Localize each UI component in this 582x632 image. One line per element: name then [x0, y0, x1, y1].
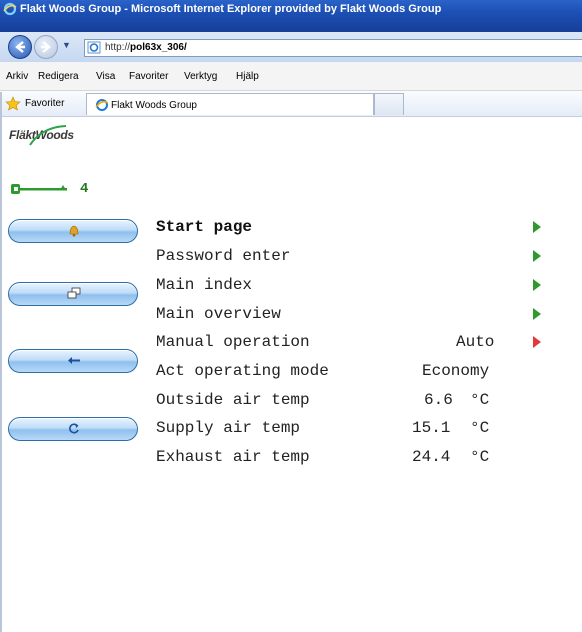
navigation-bar: ▼ http://pol63x_306/	[0, 32, 582, 62]
logo-swoosh-icon	[29, 125, 67, 146]
row-label[interactable]: Start page	[156, 218, 252, 236]
menu-arkiv[interactable]: Arkiv	[6, 71, 28, 82]
key-icon	[11, 184, 67, 194]
refresh-button[interactable]	[8, 417, 138, 441]
row-label[interactable]: Password enter	[156, 247, 290, 265]
go-arrow-icon[interactable]	[533, 279, 541, 291]
menu-redigera[interactable]: Redigera	[38, 71, 79, 82]
alarm-bell-icon	[69, 225, 79, 237]
window-title: Flakt Woods Group - Microsoft Internet E…	[20, 3, 442, 15]
favorites-label[interactable]: Favoriter	[25, 98, 64, 109]
window-button[interactable]	[8, 282, 138, 306]
page-content: FläktWoods 4 Start page Password enter M…	[0, 117, 582, 632]
row-value: 6.6	[424, 391, 453, 409]
alarm-button[interactable]	[8, 219, 138, 243]
ie-logo-icon	[3, 2, 17, 16]
favorites-star-icon[interactable]	[5, 96, 21, 111]
back-arrow-icon	[68, 357, 80, 364]
menu-bar: Arkiv Redigera Visa Favoriter Verktyg Hj…	[0, 62, 582, 91]
window-titlebar: Flakt Woods Group - Microsoft Internet E…	[0, 0, 582, 32]
row-value: Auto	[456, 333, 495, 351]
new-tab-button[interactable]	[374, 93, 404, 115]
forward-arrow-icon	[41, 41, 51, 53]
row-label[interactable]: Manual operation	[156, 333, 310, 351]
window-left-border	[0, 92, 2, 632]
row-label: Act operating mode	[156, 362, 329, 380]
row-label[interactable]: Main overview	[156, 305, 281, 323]
go-arrow-icon[interactable]	[533, 336, 541, 348]
go-arrow-icon[interactable]	[533, 250, 541, 262]
row-label[interactable]: Main index	[156, 276, 252, 294]
ie-tab-icon	[95, 99, 109, 111]
back-button[interactable]	[8, 35, 32, 59]
forward-button[interactable]	[34, 35, 58, 59]
back-arrow-icon	[15, 41, 25, 53]
menu-hjalp[interactable]: Hjälp	[236, 71, 259, 82]
row-label: Exhaust air temp	[156, 448, 310, 466]
go-arrow-icon[interactable]	[533, 308, 541, 320]
go-arrow-icon[interactable]	[533, 221, 541, 233]
row-unit: °C	[470, 419, 490, 437]
row-unit: °C	[470, 391, 490, 409]
row-unit: °C	[470, 448, 490, 466]
refresh-icon	[69, 423, 79, 434]
access-level: 4	[80, 181, 89, 197]
windows-icon	[67, 287, 81, 299]
back-page-button[interactable]	[8, 349, 138, 373]
row-value: 24.4	[412, 448, 451, 466]
browser-tab[interactable]: Flakt Woods Group	[86, 93, 374, 115]
row-label: Supply air temp	[156, 419, 301, 437]
menu-verktyg[interactable]: Verktyg	[184, 71, 217, 82]
row-value: 15.1	[412, 419, 451, 437]
address-bar[interactable]: http://pol63x_306/	[84, 39, 582, 57]
row-label: Outside air temp	[156, 391, 310, 409]
tab-title: Flakt Woods Group	[111, 100, 197, 111]
menu-favoriter[interactable]: Favoriter	[129, 71, 168, 82]
page-icon	[87, 41, 101, 54]
row-value: Economy	[422, 362, 490, 380]
history-dropdown-icon[interactable]: ▼	[62, 40, 71, 50]
favorites-bar: Favoriter Flakt Woods Group	[0, 91, 582, 117]
menu-visa[interactable]: Visa	[96, 71, 115, 82]
address-url[interactable]: http://pol63x_306/	[105, 42, 187, 53]
